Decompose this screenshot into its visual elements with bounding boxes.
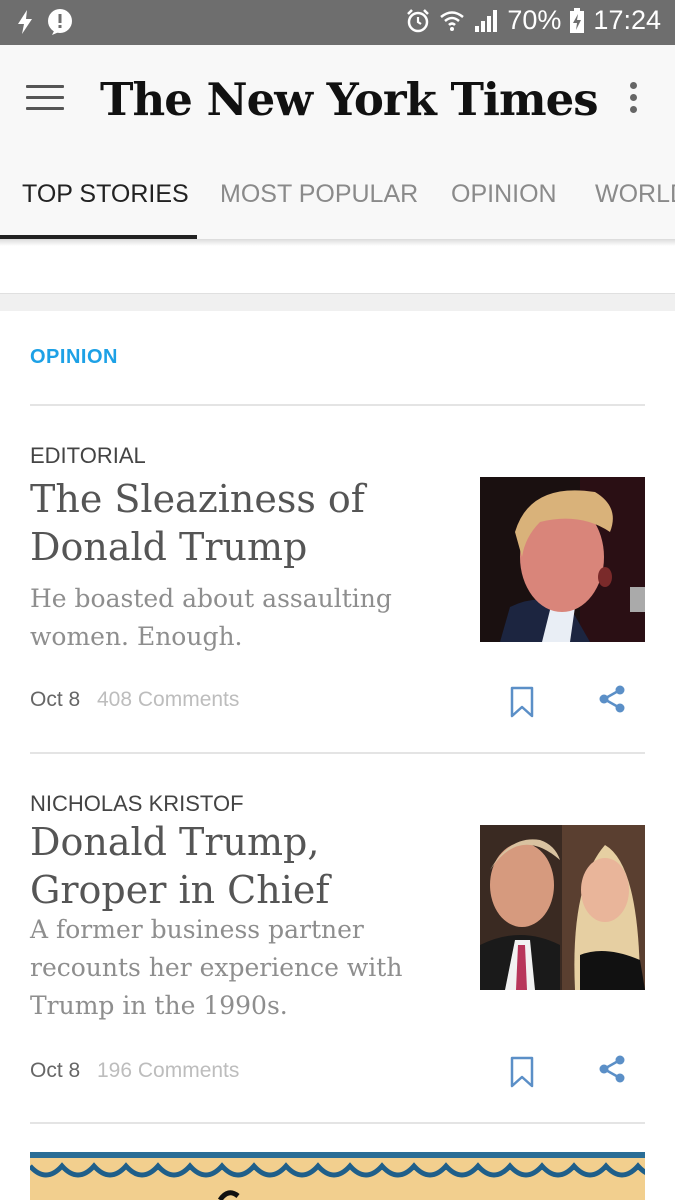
divider [30, 1122, 645, 1124]
status-bar-left [16, 8, 74, 36]
flash-icon [18, 10, 32, 34]
share-icon[interactable] [598, 1054, 626, 1084]
article-headline[interactable]: Donald Trump, Groper in Chief [30, 818, 450, 914]
article-thumbnail[interactable] [480, 477, 645, 642]
divider [30, 752, 645, 754]
tab-most-popular[interactable]: MOST POPULAR [220, 180, 418, 209]
advertisement-banner[interactable] [30, 1152, 645, 1200]
article-headline[interactable]: The Sleaziness of Donald Trump [30, 475, 450, 571]
app-bar: The New York Times [0, 45, 675, 150]
wifi-icon [440, 10, 465, 31]
section-label[interactable]: OPINION [30, 346, 118, 369]
section-separator [0, 293, 675, 311]
article-date: Oct 8 [30, 1059, 81, 1082]
article-kicker: EDITORIAL [30, 443, 146, 468]
hamburger-menu-icon[interactable] [26, 83, 64, 113]
article-kicker: NICHOLAS KRISTOF [30, 791, 244, 816]
clock: 17:24 [593, 5, 661, 35]
alarm-icon [407, 8, 430, 32]
tab-top-stories[interactable]: TOP STORIES [22, 180, 189, 209]
active-tab-indicator [0, 235, 197, 239]
section-tabs: TOP STORIES MOST POPULAR OPINION WORLD [0, 150, 675, 240]
tabs-shadow [0, 240, 675, 246]
signal-icon [475, 9, 498, 32]
trump-portrait-image [480, 477, 645, 642]
divider [30, 404, 645, 406]
article-summary: He boasted about assaulting women. Enoug… [30, 584, 392, 651]
photo-image [480, 825, 645, 990]
ad-wave-pattern [30, 1152, 645, 1200]
article-date: Oct 8 [30, 688, 81, 711]
article-summary: A former business partner recounts her e… [30, 915, 403, 1020]
tab-opinion[interactable]: OPINION [451, 180, 557, 209]
article-comments[interactable]: 196 Comments [97, 1059, 239, 1083]
nyt-logo[interactable]: The New York Times [100, 65, 599, 135]
tab-world[interactable]: WORLD [595, 180, 675, 209]
bookmark-icon[interactable] [510, 686, 534, 718]
overflow-menu-icon[interactable] [620, 78, 646, 118]
share-icon[interactable] [598, 684, 626, 714]
article-comments[interactable]: 408 Comments [97, 688, 239, 712]
bookmark-icon[interactable] [510, 1056, 534, 1088]
status-bar: 70% 17:24 [0, 0, 675, 45]
notification-icon [48, 9, 72, 35]
status-bar-right: 70% 17:24 [405, 5, 661, 36]
battery-icon [570, 7, 585, 33]
article-thumbnail[interactable] [480, 825, 645, 990]
battery-percent: 70% [507, 5, 562, 35]
